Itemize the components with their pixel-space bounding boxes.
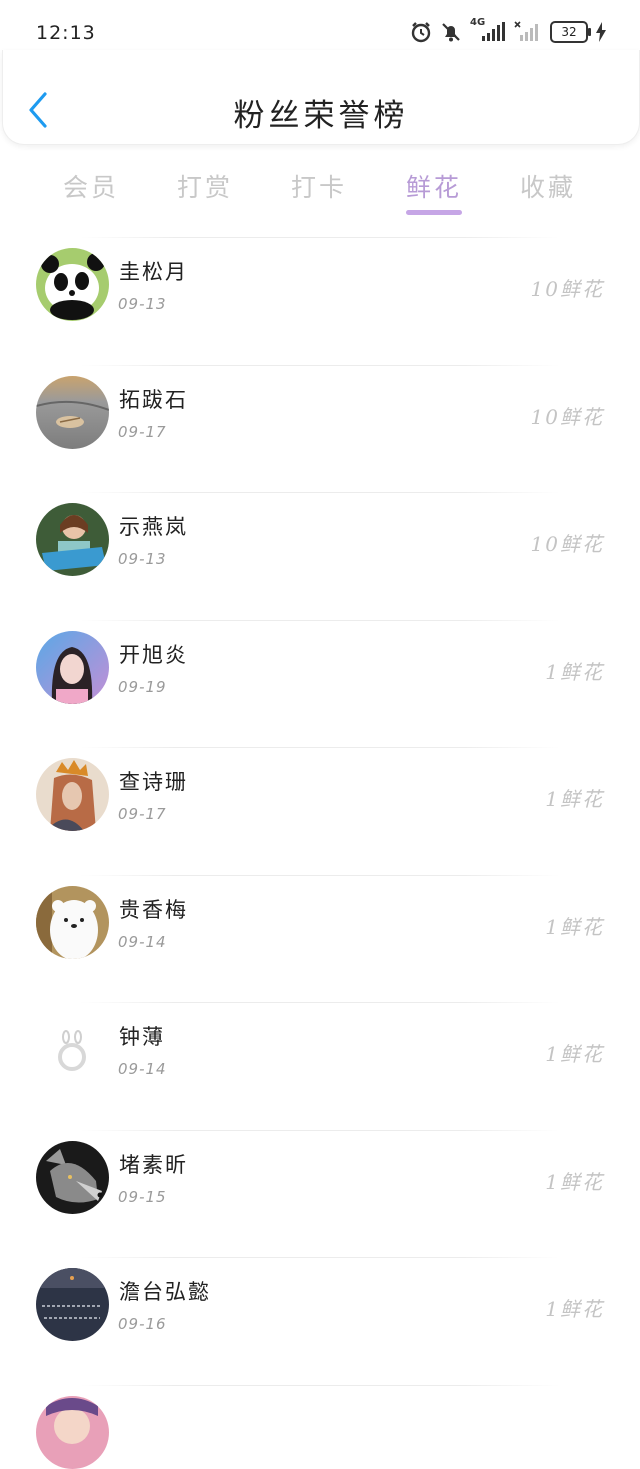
white-bear-avatar [36,885,109,959]
girl-reading-avatar [36,503,109,576]
tab-bar: 会员 打赏 打卡 鲜花 收藏 [0,160,640,220]
active-tab-indicator [406,210,462,215]
battery-icon: 32 [550,21,591,43]
alarm-icon [410,21,432,43]
signal-4g-icon: 4G [470,17,506,43]
fan-name: 拓跋石 [119,387,188,412]
fan-name: 澹台弘懿 [119,1280,211,1304]
status-icons: 4G 32 [410,17,606,46]
fan-date: 09-19 [118,677,167,696]
flower-count: 1鲜花 [545,914,604,939]
fan-date: 09-17 [118,422,167,441]
tab-rewards[interactable]: 打赏 [160,168,250,204]
tab-flowers[interactable]: 鲜花 [389,168,479,204]
list-item[interactable]: 拓跋石 09-17 10鲜花 [0,364,640,493]
flower-count: 10鲜花 [530,404,604,429]
flower-count: 10鲜花 [530,277,604,301]
page-title: 粉丝荣誉榜 [233,98,409,134]
list-item[interactable]: 示燕岚 09-13 10鲜花 [0,492,640,620]
list-item[interactable]: 堵素昕 09-15 1鲜花 [0,1129,640,1258]
list-item[interactable]: 贵香梅 09-14 1鲜花 [0,874,640,1003]
fan-date: 09-17 [118,805,167,823]
list-item[interactable]: 钟薄 09-14 1鲜花 [0,1002,640,1130]
list-item[interactable]: 查诗珊 09-17 1鲜花 [0,747,640,875]
fan-name: 钟薄 [119,1025,165,1049]
flower-count: 1鲜花 [545,1297,604,1321]
partial-avatar [36,1395,109,1469]
tab-members[interactable]: 会员 [46,168,136,204]
bunny-ring-avatar [36,1013,109,1086]
fan-date: 09-14 [118,932,167,951]
fan-date: 09-14 [118,1060,167,1078]
status-time: 12:13 [36,22,96,44]
fan-name: 开旭炎 [119,642,188,667]
shell-beach-avatar [36,375,109,449]
fan-list: 圭松月 09-13 10鲜花 拓跋石 09-17 10鲜花 示燕岚 09-13 … [0,237,640,1469]
fan-date: 09-13 [118,550,167,568]
fan-name: 示燕岚 [119,515,188,539]
network-type-label: 4G [470,17,486,28]
panda-avatar [36,248,109,321]
tab-checkin[interactable]: 打卡 [274,168,364,204]
flower-count: 1鲜花 [545,787,604,811]
list-item[interactable]: 圭松月 09-13 10鲜花 [0,237,640,365]
list-item-partial[interactable] [0,1384,640,1469]
tab-favorites[interactable]: 收藏 [503,168,593,204]
fan-date: 09-15 [118,1187,167,1206]
flower-count: 10鲜花 [530,532,604,556]
girl-portrait-avatar [36,630,109,704]
header: 粉丝荣誉榜 [2,50,640,145]
flower-count: 1鲜花 [545,1042,604,1066]
wolf-avatar [36,1140,109,1214]
fan-name: 圭松月 [119,260,188,284]
list-item[interactable]: 澹台弘懿 09-16 1鲜花 [0,1257,640,1385]
signal-empty-icon [514,21,542,43]
fan-name: 贵香梅 [119,897,188,922]
charging-icon [596,22,606,42]
flower-count: 1鲜花 [545,659,604,684]
crowned-figure-avatar [36,758,109,831]
chalkboard-avatar [36,1268,109,1341]
fan-date: 09-16 [118,1315,167,1333]
flower-count: 1鲜花 [545,1169,604,1194]
fan-name: 查诗珊 [119,770,188,794]
fan-name: 堵素昕 [119,1152,188,1177]
list-item[interactable]: 开旭炎 09-19 1鲜花 [0,619,640,748]
mute-icon [440,21,462,43]
fan-date: 09-13 [118,295,167,313]
